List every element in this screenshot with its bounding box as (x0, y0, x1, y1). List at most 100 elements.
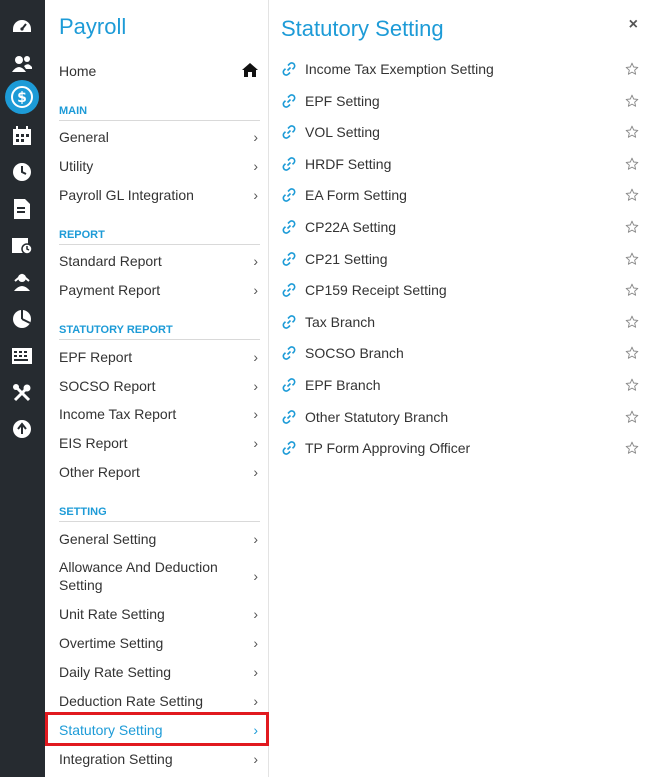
menu-item-eis-report[interactable]: EIS Report › (59, 434, 260, 452)
setting-item-label[interactable]: EPF Setting (305, 93, 624, 109)
menu-item-socso-report[interactable]: SOCSO Report › (59, 377, 260, 395)
svg-text:$: $ (17, 90, 27, 106)
keyboard-icon[interactable] (7, 341, 37, 371)
menu-item-standard-report[interactable]: Standard Report › (59, 252, 260, 270)
document-icon[interactable] (7, 194, 37, 224)
setting-item-label[interactable]: SOCSO Branch (305, 345, 624, 361)
setting-item-label[interactable]: Tax Branch (305, 314, 624, 330)
setting-item-label[interactable]: CP21 Setting (305, 251, 624, 267)
setting-item[interactable]: TP Form Approving Officer (282, 437, 640, 459)
setting-item-label[interactable]: CP159 Receipt Setting (305, 282, 624, 298)
menu-item-epf-report[interactable]: EPF Report › (59, 348, 260, 366)
chevron-right-icon: › (253, 129, 258, 145)
calendar-icon[interactable] (7, 121, 37, 151)
close-icon[interactable]: × (629, 16, 638, 34)
setting-item-label[interactable]: VOL Setting (305, 124, 624, 140)
setting-item[interactable]: EA Form Setting (282, 184, 640, 206)
menu-item-unit-rate-setting[interactable]: Unit Rate Setting › (59, 605, 260, 623)
star-icon[interactable] (624, 252, 640, 266)
icon-rail: $ (0, 0, 45, 777)
menu-item-home[interactable]: Home (59, 60, 259, 82)
upload-icon[interactable] (7, 414, 37, 444)
menu-item-label: EPF Report (59, 349, 133, 365)
setting-item-label[interactable]: CP22A Setting (305, 219, 624, 235)
setting-item[interactable]: SOCSO Branch (282, 342, 640, 364)
payroll-menu: Payroll Home MAIN General › Utility › Payr… (45, 0, 269, 777)
menu-item-overtime-setting[interactable]: Overtime Setting › (59, 634, 260, 652)
setting-item[interactable]: HRDF Setting (282, 153, 640, 175)
chevron-right-icon: › (253, 187, 258, 203)
chevron-right-icon: › (253, 531, 258, 547)
star-icon[interactable] (624, 346, 640, 360)
menu-item-general[interactable]: General › (59, 128, 260, 146)
chevron-right-icon: › (253, 158, 258, 174)
setting-item[interactable]: CP21 Setting (282, 248, 640, 270)
menu-item-utility[interactable]: Utility › (59, 157, 260, 175)
link-icon (282, 283, 304, 297)
star-icon[interactable] (624, 283, 640, 297)
star-icon[interactable] (624, 220, 640, 234)
setting-item[interactable]: Tax Branch (282, 311, 640, 333)
menu-item-label: EIS Report (59, 435, 128, 451)
menu-item-integration-setting[interactable]: Integration Setting › (59, 750, 260, 768)
menu-item-general-setting[interactable]: General Setting › (59, 530, 260, 548)
menu-item-label: Deduction Rate Setting (59, 693, 203, 709)
menu-item-payroll-gl-integration[interactable]: Payroll GL Integration › (59, 186, 260, 204)
payroll-icon[interactable]: $ (5, 80, 39, 114)
pie-chart-icon[interactable] (7, 304, 37, 334)
home-icon (241, 62, 259, 81)
star-icon[interactable] (624, 125, 640, 139)
menu-item-income-tax-report[interactable]: Income Tax Report › (59, 405, 260, 423)
clock-icon[interactable] (7, 157, 37, 187)
star-icon[interactable] (624, 378, 640, 392)
menu-title: Payroll (59, 14, 127, 39)
star-icon[interactable] (624, 94, 640, 108)
link-icon (282, 157, 304, 171)
chevron-right-icon: › (253, 435, 258, 451)
setting-item[interactable]: CP22A Setting (282, 216, 640, 238)
star-icon[interactable] (624, 410, 640, 424)
menu-item-payment-report[interactable]: Payment Report › (59, 281, 260, 299)
link-icon (282, 410, 304, 424)
menu-item-daily-rate-setting[interactable]: Daily Rate Setting › (59, 663, 260, 681)
schedule-icon[interactable] (7, 230, 37, 260)
menu-item-label: General Setting (59, 531, 157, 547)
statutory-setting-panel: Statutory Setting × Income Tax Exemption… (270, 0, 652, 777)
people-icon[interactable] (7, 49, 37, 79)
menu-item-deduction-rate-setting[interactable]: Deduction Rate Setting › (59, 692, 260, 710)
star-icon[interactable] (624, 188, 640, 202)
setting-item[interactable]: CP159 Receipt Setting (282, 279, 640, 301)
chevron-right-icon: › (253, 464, 258, 480)
setting-item-label[interactable]: EA Form Setting (305, 187, 624, 203)
link-icon (282, 94, 304, 108)
link-icon (282, 252, 304, 266)
tools-icon[interactable] (7, 378, 37, 408)
star-icon[interactable] (624, 157, 640, 171)
star-icon[interactable] (624, 62, 640, 76)
menu-item-label: Utility (59, 158, 94, 174)
menu-item-other-report[interactable]: Other Report › (59, 463, 260, 481)
chevron-right-icon: › (253, 606, 258, 622)
setting-item[interactable]: EPF Setting (282, 90, 640, 112)
star-icon[interactable] (624, 315, 640, 329)
setting-item[interactable]: Other Statutory Branch (282, 406, 640, 428)
dashboard-icon[interactable] (7, 12, 37, 42)
setting-item-label[interactable]: TP Form Approving Officer (305, 440, 624, 456)
setting-item[interactable]: Income Tax Exemption Setting (282, 58, 640, 80)
setting-item-label[interactable]: Other Statutory Branch (305, 409, 624, 425)
selection-highlight (45, 712, 269, 746)
chevron-right-icon: › (253, 635, 258, 651)
menu-item-label: Unit Rate Setting (59, 606, 165, 622)
setting-item-label[interactable]: HRDF Setting (305, 156, 624, 172)
chevron-right-icon: › (253, 253, 258, 269)
user-upload-icon[interactable] (7, 267, 37, 297)
menu-item-allowance-deduction-setting[interactable]: Allowance And Deduction Setting › (59, 558, 260, 594)
menu-item-label: Payment Report (59, 282, 161, 298)
setting-item[interactable]: EPF Branch (282, 374, 640, 396)
setting-item-label[interactable]: EPF Branch (305, 377, 624, 393)
menu-item-label: General (59, 129, 109, 145)
setting-item-label[interactable]: Income Tax Exemption Setting (305, 61, 624, 77)
setting-item[interactable]: VOL Setting (282, 121, 640, 143)
chevron-right-icon: › (253, 751, 258, 767)
star-icon[interactable] (624, 441, 640, 455)
